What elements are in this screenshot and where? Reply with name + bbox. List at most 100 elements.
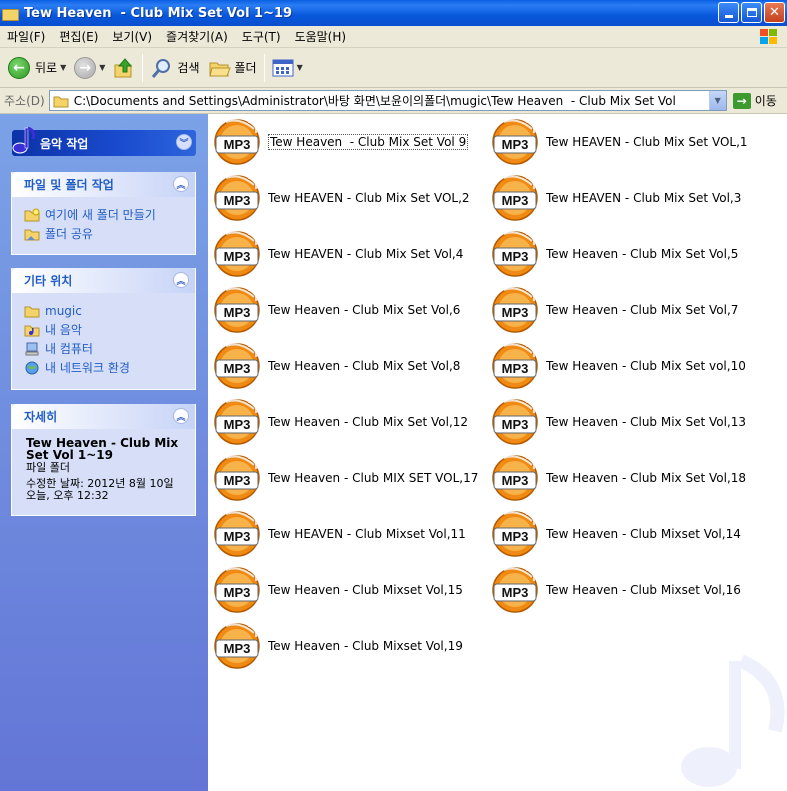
mp3-file-icon: MP3 [214,118,260,165]
menu-view[interactable]: 보기(V) [105,28,159,45]
mp3-label: MP3 [502,137,529,152]
new-folder-link[interactable]: 여기에 새 폴더 만들기 [24,205,183,224]
collapse-button[interactable]: ︽ [173,408,189,424]
back-dropdown-icon[interactable]: ▼ [60,63,66,72]
file-item[interactable]: MP3 Tew Heaven - Club Mix Set Vol,18 [490,452,746,504]
file-name: Tew Heaven - Club Mix Set Vol,13 [546,415,747,429]
file-item[interactable]: MP3 Tew Heaven - Club Mix Set Vol,7 [490,284,738,336]
go-label: 이동 [754,94,777,108]
file-folder-tasks-panel: 파일 및 폴더 작업 ︽ 여기에 새 폴더 만들기 폴더 공유 [11,172,196,255]
task-pane: 음악 작업 ︾ 파일 및 폴더 작업 ︽ 여기에 새 폴더 만들기 폴더 공유 … [0,114,208,791]
file-item[interactable]: MP3 Tew Heaven - Club Mix Set Vol,8 [212,340,460,392]
forward-button[interactable]: → ▼ [70,51,109,85]
file-list-view: MP3 Tew Heaven - Club Mix Set Vol 9 MP3 Tew… [208,114,787,791]
back-button[interactable]: ← 뒤로 ▼ [4,51,70,85]
file-item[interactable]: MP3 Tew Heaven - Club Mix Set Vol 9 [212,116,469,168]
file-item[interactable]: MP3 Tew HEAVEN - Club Mix Set Vol,4 [212,228,463,280]
menu-file[interactable]: 파일(F) [0,28,52,45]
mp3-file-icon: MP3 [492,510,538,557]
place-my-music-link[interactable]: 내 음악 [24,320,183,339]
minimize-button[interactable] [718,2,739,23]
views-button[interactable]: ▼ [268,51,307,85]
file-item[interactable]: MP3 Tew HEAVEN - Club Mix Set VOL,2 [212,172,470,224]
file-name: Tew Heaven - Club Mix Set vol,10 [546,359,746,373]
collapse-button[interactable]: ︾ [176,134,192,150]
file-item[interactable]: MP3 Tew Heaven - Club Mix Set Vol,13 [490,396,746,448]
collapse-button[interactable]: ︽ [173,176,189,192]
mp3-label: MP3 [224,417,251,432]
mp3-label: MP3 [502,249,529,264]
new-folder-icon [24,208,40,221]
mp3-file-icon: MP3 [214,230,260,277]
toolbar-separator [142,53,144,82]
address-input[interactable]: C:\Documents and Settings\Administrator\… [48,90,727,111]
file-item[interactable]: MP3 Tew Heaven - Club MIX SET VOL,17 [212,452,478,504]
menu-tools[interactable]: 도구(T) [235,28,288,45]
views-dropdown-icon[interactable]: ▼ [297,63,303,72]
file-item[interactable]: MP3 Tew HEAVEN - Club Mix Set VOL,1 [490,116,748,168]
panel-title: 파일 및 폴더 작업 [24,178,114,192]
share-folder-link[interactable]: 폴더 공유 [24,224,183,243]
mp3-file-icon: MP3 [492,566,538,613]
go-button[interactable]: → 이동 [732,92,777,109]
mp3-label: MP3 [502,361,529,376]
forward-dropdown-icon[interactable]: ▼ [99,63,105,72]
folders-button[interactable]: 폴더 [204,51,261,85]
mp3-label: MP3 [502,585,529,600]
menu-favorites[interactable]: 즐겨찾기(A) [159,28,235,45]
file-item[interactable]: MP3 Tew HEAVEN - Club Mix Set Vol,3 [490,172,741,224]
network-icon [25,361,39,374]
panel-header[interactable]: 기타 위치 ︽ [12,268,195,293]
maximize-button[interactable] [741,2,762,23]
other-places-panel: 기타 위치 ︽ mugic 내 음악 내 컴퓨터 내 네트워크 환경 [11,268,196,390]
place-network-link[interactable]: 내 네트워크 환경 [24,358,183,377]
file-item[interactable]: MP3 Tew Heaven - Club Mixset Vol,19 [212,620,463,672]
file-item[interactable]: MP3 Tew Heaven - Club Mix Set Vol,5 [490,228,738,280]
panel-header[interactable]: 자세히 ︽ [12,404,195,429]
file-name: Tew Heaven - Club Mix Set Vol,7 [546,303,739,317]
mp3-label: MP3 [224,193,251,208]
details-type: 파일 폴더 [26,461,70,474]
menu-edit[interactable]: 편집(E) [52,28,105,45]
details-name: Tew Heaven - Club Mix Set Vol 1~19 [26,436,179,462]
maximize-icon [746,8,757,17]
file-name: Tew Heaven - Club Mixset Vol,16 [546,583,741,597]
menu-help[interactable]: 도움말(H) [288,28,354,45]
address-path: C:\Documents and Settings\Administrator\… [73,94,676,108]
mp3-label: MP3 [224,585,251,600]
mp3-file-icon: MP3 [214,566,260,613]
place-my-computer-link[interactable]: 내 컴퓨터 [24,339,183,358]
search-button[interactable]: 검색 [146,51,203,85]
search-label: 검색 [177,61,200,75]
file-item[interactable]: MP3 Tew Heaven - Club Mixset Vol,14 [490,508,741,560]
details-panel: 자세히 ︽ Tew Heaven - Club Mix Set Vol 1~19… [11,404,196,516]
mp3-file-icon: MP3 [214,342,260,389]
panel-header[interactable]: 파일 및 폴더 작업 ︽ [12,172,195,197]
music-tasks-header[interactable]: 음악 작업 ︾ [12,126,196,156]
mp3-label: MP3 [502,193,529,208]
share-folder-icon [24,229,40,240]
address-label: 주소(D) [4,94,45,108]
up-folder-button[interactable] [109,51,139,85]
address-dropdown-button[interactable]: ▼ [708,91,726,110]
file-item[interactable]: MP3 Tew Heaven - Club Mixset Vol,16 [490,564,741,616]
file-item[interactable]: MP3 Tew Heaven - Club Mix Set vol,10 [490,340,746,392]
close-button[interactable]: ✕ [764,2,785,23]
file-name: Tew Heaven - Club Mix Set Vol,12 [268,415,469,429]
go-arrow-icon: → [732,92,751,109]
mp3-file-icon: MP3 [214,622,260,669]
up-folder-icon [114,57,133,77]
place-mugic-link[interactable]: mugic [24,301,183,320]
mp3-file-icon: MP3 [492,230,538,277]
file-item[interactable]: MP3 Tew Heaven - Club Mix Set Vol,6 [212,284,460,336]
link-label: 폴더 공유 [45,227,93,241]
file-item[interactable]: MP3 Tew Heaven - Club Mix Set Vol,12 [212,396,468,448]
chevron-up-icon: ︽ [176,276,186,287]
file-item[interactable]: MP3 Tew Heaven - Club Mixset Vol,15 [212,564,463,616]
collapse-button[interactable]: ︽ [173,272,189,288]
file-item[interactable]: MP3 Tew HEAVEN - Club Mixset Vol,11 [212,508,466,560]
file-name: Tew Heaven - Club Mixset Vol,19 [268,639,463,653]
mp3-file-icon: MP3 [492,174,538,221]
back-label: 뒤로 [35,61,58,75]
file-name: Tew HEAVEN - Club Mix Set Vol,3 [546,191,742,205]
